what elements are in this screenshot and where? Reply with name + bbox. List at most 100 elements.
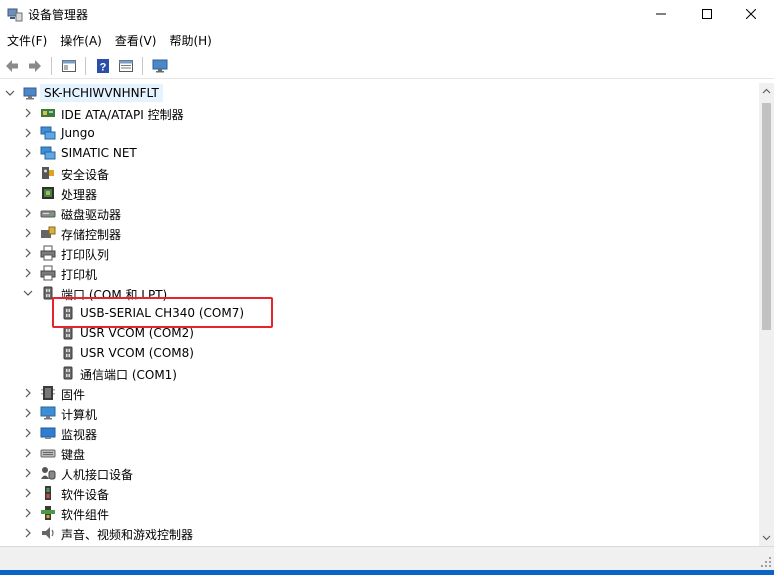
tree-item[interactable]: 固件	[0, 383, 759, 403]
chevron-right-icon[interactable]	[22, 387, 34, 399]
menu-help[interactable]: 帮助(H)	[163, 30, 217, 52]
scroll-down-icon[interactable]	[762, 533, 771, 542]
tree-item-label: 软件组件	[61, 508, 110, 522]
chevron-right-icon[interactable]	[22, 527, 34, 539]
tree-item-label: 打印机	[61, 268, 98, 282]
menu-bar: 文件(F) 操作(A) 查看(V) 帮助(H)	[0, 30, 774, 52]
monitor-icon	[152, 59, 168, 72]
tree-item-label: 安全设备	[61, 168, 110, 182]
tree-child-item[interactable]: USR VCOM (COM8)	[0, 343, 759, 363]
chevron-right-icon[interactable]	[22, 147, 34, 159]
processor-icon	[42, 187, 54, 199]
tree-item[interactable]: 软件设备	[0, 483, 759, 503]
keyboard-icon	[40, 449, 56, 458]
tree-item-label: 监视器	[61, 428, 98, 442]
minimize-icon	[656, 13, 666, 15]
minimize-button[interactable]	[638, 0, 684, 28]
monitor-icon	[40, 427, 56, 439]
tree-item[interactable]: IDE ATA/ATAPI 控制器	[0, 103, 759, 123]
tree-item[interactable]: 计算机	[0, 403, 759, 423]
properties-button[interactable]	[58, 55, 80, 77]
vertical-scrollbar[interactable]	[759, 83, 774, 546]
taskbar-edge	[0, 570, 774, 575]
computer-icon	[40, 406, 56, 420]
title-bar: 设备管理器	[0, 0, 774, 28]
tree-item[interactable]: 人机接口设备	[0, 463, 759, 483]
view-icon	[119, 59, 133, 72]
chevron-right-icon[interactable]	[22, 487, 34, 499]
back-button[interactable]	[1, 55, 23, 77]
chevron-right-icon[interactable]	[22, 187, 34, 199]
window-title: 设备管理器	[28, 8, 89, 22]
tree-item[interactable]: 磁盘驱动器	[0, 203, 759, 223]
tree-root[interactable]: SK-HCHIWVNHNFLT	[0, 83, 759, 103]
tree-item[interactable]: 存储控制器	[0, 223, 759, 243]
toolbar: ?	[0, 53, 774, 79]
chevron-right-icon[interactable]	[22, 507, 34, 519]
chevron-right-icon[interactable]	[22, 127, 34, 139]
tree-item-label: 固件	[61, 388, 86, 402]
chevron-right-icon[interactable]	[22, 227, 34, 239]
network-icon	[40, 126, 56, 140]
tree-item[interactable]: SIMATIC NET	[0, 143, 759, 163]
device-manager-icon	[7, 8, 23, 22]
tree-item[interactable]: 打印队列	[0, 243, 759, 263]
chevron-right-icon[interactable]	[22, 247, 34, 259]
tree-item[interactable]: 打印机	[0, 263, 759, 283]
tree-item-label: 磁盘驱动器	[61, 208, 122, 222]
chevron-right-icon[interactable]	[22, 467, 34, 479]
toolbar-separator	[51, 56, 52, 75]
view-button[interactable]	[115, 55, 137, 77]
tree-item[interactable]: 声音、视频和游戏控制器	[0, 523, 759, 543]
sound-icon	[42, 527, 54, 539]
tree-item[interactable]: 监视器	[0, 423, 759, 443]
tree-item[interactable]: 键盘	[0, 443, 759, 463]
svg-text:?: ?	[100, 61, 107, 73]
ide-controller-icon	[41, 109, 55, 117]
forward-icon	[29, 59, 41, 72]
port-icon	[63, 366, 73, 380]
menu-action[interactable]: 操作(A)	[54, 30, 108, 52]
tree-item[interactable]: 处理器	[0, 183, 759, 203]
port-icon	[63, 346, 73, 360]
chevron-right-icon[interactable]	[22, 407, 34, 419]
tree-child-label: USR VCOM (COM8)	[80, 346, 194, 360]
menu-file[interactable]: 文件(F)	[1, 30, 53, 52]
security-icon	[42, 167, 54, 179]
tree-item-label: 处理器	[61, 188, 98, 202]
chevron-right-icon[interactable]	[22, 427, 34, 439]
tree-item-label: 计算机	[61, 408, 98, 422]
printer-icon	[40, 265, 56, 281]
tree-item[interactable]: Jungo	[0, 123, 759, 143]
chevron-right-icon[interactable]	[22, 207, 34, 219]
forward-button[interactable]	[24, 55, 46, 77]
toolbar-separator	[142, 56, 143, 75]
menu-view[interactable]: 查看(V)	[109, 30, 163, 52]
close-button[interactable]	[728, 0, 774, 28]
chevron-right-icon[interactable]	[22, 267, 34, 279]
tree-child-item[interactable]: 通信端口 (COM1)	[0, 363, 759, 383]
tree-item[interactable]: 安全设备	[0, 163, 759, 183]
chevron-right-icon[interactable]	[22, 447, 34, 459]
disk-icon	[40, 210, 56, 218]
chevron-down-icon[interactable]	[4, 87, 16, 99]
scroll-up-icon[interactable]	[762, 87, 771, 96]
tree-item-label: Jungo	[61, 126, 95, 140]
storage-controller-icon	[41, 226, 56, 238]
tree-item[interactable]: 软件组件	[0, 503, 759, 523]
hid-icon	[41, 467, 56, 480]
printer-icon	[40, 245, 56, 261]
resize-grip-icon[interactable]	[760, 556, 772, 568]
tree-child-label: 通信端口 (COM1)	[80, 368, 177, 382]
chevron-right-icon[interactable]	[22, 107, 34, 119]
scroll-thumb[interactable]	[762, 103, 771, 330]
highlight-annotation	[52, 297, 273, 328]
chevron-down-icon[interactable]	[22, 287, 34, 299]
scan-hardware-button[interactable]	[149, 55, 171, 77]
status-bar	[0, 546, 774, 570]
maximize-button[interactable]	[684, 0, 730, 28]
help-button[interactable]: ?	[92, 55, 114, 77]
tree-item-label: 存储控制器	[61, 228, 122, 242]
chevron-right-icon[interactable]	[22, 167, 34, 179]
firmware-icon	[41, 386, 55, 400]
